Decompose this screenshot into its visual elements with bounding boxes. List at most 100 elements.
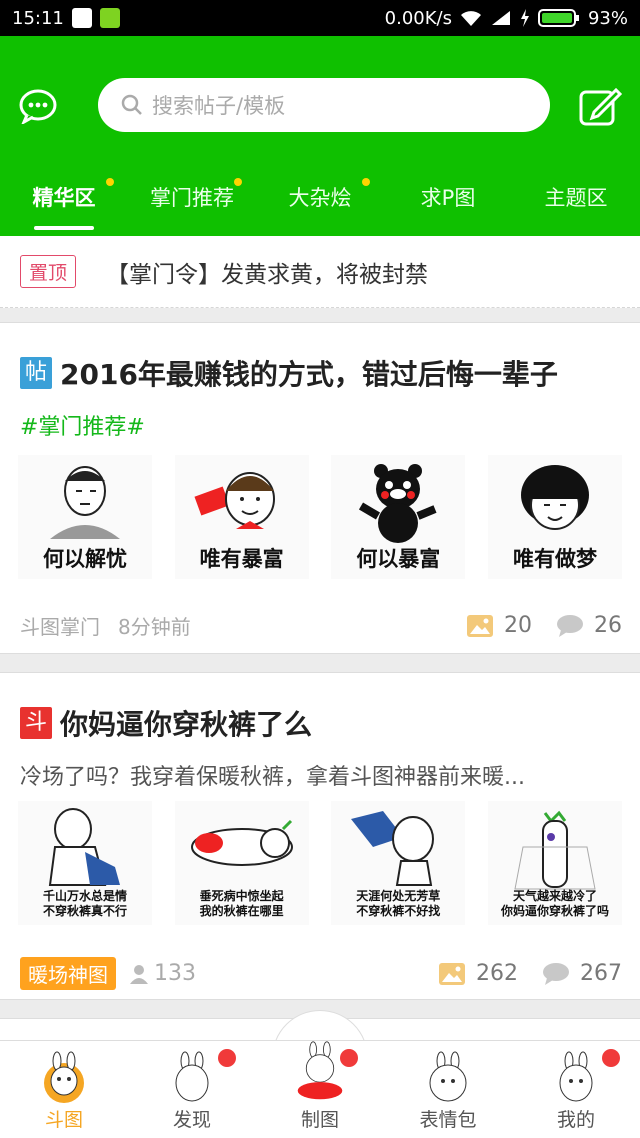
tab-featured[interactable]: 精华区 <box>0 174 128 236</box>
new-dot <box>106 178 114 186</box>
nav-create[interactable]: 制图 <box>256 1041 384 1138</box>
post-image[interactable]: 天涯何处无芳草 不穿秋裤不好找 <box>331 801 466 925</box>
nav-label: 表情包 <box>419 1109 477 1131</box>
pinned-post[interactable]: 置顶 【掌门令】发黄求黄，将被封禁 <box>0 236 640 308</box>
post-meta: 斗图掌门 8分钟前 20 26 <box>20 611 622 640</box>
nav-doutu[interactable]: 斗图 <box>0 1041 128 1138</box>
tab-label: 精华区 <box>32 186 96 210</box>
post-image[interactable]: 唯有做梦 <box>487 455 622 579</box>
rabbit-icon <box>44 1051 84 1103</box>
comment-count: 26 <box>594 613 622 638</box>
post-image[interactable]: 千山万水总是情 不穿秋裤真不行 <box>18 801 152 925</box>
charging-icon <box>520 9 529 27</box>
post-author[interactable]: 斗图掌门 <box>20 611 100 640</box>
post-card[interactable]: 斗 你妈逼你穿秋裤了么 冷场了吗？我穿着保暖秋裤，拿着斗图神器前来暖... 千山… <box>0 672 640 1000</box>
tab-label: 掌门推荐 <box>150 186 234 210</box>
bear-icon <box>359 464 437 543</box>
bottom-nav: 斗图 发现 制图 表情包 我的 <box>0 1040 640 1138</box>
meme-face <box>514 810 596 890</box>
post-time: 8分钟前 <box>118 615 191 639</box>
category-tabs: 精华区 掌门推荐 大杂烩 求P图 主题区 <box>0 174 640 236</box>
battery-icon <box>537 9 579 27</box>
compose-icon[interactable] <box>578 86 622 126</box>
post-image[interactable]: 垂死病中惊坐起 我的秋裤在哪里 <box>174 801 309 925</box>
notification-dot <box>218 1049 236 1067</box>
post-image[interactable]: 何以暴富 <box>331 455 466 579</box>
rabbit-icon <box>559 1051 593 1102</box>
new-dot <box>234 178 242 186</box>
tab-recommended[interactable]: 掌门推荐 <box>128 174 256 236</box>
active-tab-indicator <box>34 226 94 230</box>
image-count: 20 <box>504 613 532 638</box>
meme-caption: 唯有暴富 <box>199 547 284 571</box>
post-images: 千山万水总是情 不穿秋裤真不行 垂死病中惊坐起 我的秋裤在哪里 天涯何处无芳草 … <box>18 801 622 925</box>
comment-icon <box>557 614 583 637</box>
meme-caption: 千山万水总是情 不穿秋裤真不行 <box>42 889 127 918</box>
network-speed: 0.00K/s <box>384 7 452 29</box>
rabbit-icon <box>429 1051 467 1102</box>
image-count-icon <box>439 962 465 985</box>
post-title: 斗 你妈逼你穿秋裤了么 <box>20 703 312 743</box>
rabbit-icon <box>175 1051 209 1102</box>
post-image[interactable]: 何以解忧 <box>18 455 152 579</box>
nav-label: 发现 <box>172 1109 211 1131</box>
search-input[interactable]: 搜索帖子/模板 <box>98 78 550 132</box>
battery-app-icon <box>99 8 120 28</box>
post-title-text: 你妈逼你穿秋裤了么 <box>60 708 313 741</box>
meme-face <box>351 811 435 886</box>
comment-count: 267 <box>580 961 622 986</box>
app-header: 搜索帖子/模板 精华区 掌门推荐 大杂烩 求P图 主题区 <box>0 36 640 236</box>
post-tag-icon: 帖 <box>20 357 52 389</box>
chat-icon[interactable] <box>18 88 58 124</box>
tab-topics[interactable]: 主题区 <box>512 174 640 236</box>
notification-dot <box>602 1049 620 1067</box>
image-count-icon <box>467 614 493 637</box>
post-excerpt: 冷场了吗？我穿着保暖秋裤，拿着斗图神器前来暖... <box>20 765 525 790</box>
post-card[interactable]: 帖 2016年最赚钱的方式，错过后悔一辈子 #掌门推荐# 何以解忧 唯有暴富 何… <box>0 322 640 654</box>
meme-caption: 何以暴富 <box>356 547 441 571</box>
post-title-text: 2016年最赚钱的方式，错过后悔一辈子 <box>60 358 558 391</box>
image-count: 262 <box>476 961 518 986</box>
battery-percent: 93% <box>587 7 628 29</box>
post-topic[interactable]: #掌门推荐# <box>20 409 145 441</box>
meme-caption: 何以解忧 <box>43 547 127 571</box>
user-icon <box>130 964 148 984</box>
post-image[interactable]: 唯有暴富 <box>174 455 309 579</box>
meme-face <box>190 819 293 866</box>
tab-request-ps[interactable]: 求P图 <box>384 174 512 236</box>
meme-caption: 唯有做梦 <box>512 547 597 571</box>
tab-label: 主题区 <box>544 186 608 210</box>
new-dot <box>362 178 370 186</box>
wifi-icon <box>460 11 481 26</box>
nav-profile[interactable]: 我的 <box>512 1041 640 1138</box>
meme-face <box>50 466 120 539</box>
tab-label: 大杂烩 <box>288 186 352 210</box>
nav-label: 制图 <box>300 1109 339 1131</box>
search-icon <box>121 94 142 115</box>
post-tag-icon: 斗 <box>20 707 52 739</box>
qq-icon <box>71 8 92 28</box>
signal-icon <box>491 11 510 25</box>
tab-label: 求P图 <box>420 186 476 210</box>
nav-label: 我的 <box>556 1109 595 1131</box>
nav-stickers[interactable]: 表情包 <box>384 1041 512 1138</box>
meme-face <box>194 472 275 529</box>
meme-caption: 天涯何处无芳草 不穿秋裤不好找 <box>356 889 441 918</box>
view-count: 133 <box>154 961 196 986</box>
post-image[interactable]: 天气越来越冷了 你妈逼你穿秋裤了吗 <box>487 801 622 925</box>
nav-label: 斗图 <box>44 1109 83 1131</box>
post-badge[interactable]: 暖场神图 <box>20 957 116 990</box>
meme-face <box>48 808 120 886</box>
comment-icon <box>543 962 569 985</box>
pinned-badge: 置顶 <box>20 255 77 288</box>
post-meta: 暖场神图 133 262 267 <box>20 957 622 990</box>
tab-misc[interactable]: 大杂烩 <box>256 174 384 236</box>
notification-dot <box>340 1049 358 1067</box>
pinned-title: 【掌门令】发黄求黄，将被封禁 <box>106 261 429 288</box>
status-time: 15:11 <box>12 7 64 29</box>
post-images: 何以解忧 唯有暴富 何以暴富 唯有做梦 <box>18 455 622 579</box>
search-placeholder: 搜索帖子/模板 <box>152 94 286 118</box>
meme-caption: 垂死病中惊坐起 我的秋裤在哪里 <box>199 889 284 918</box>
post-title: 帖 2016年最赚钱的方式，错过后悔一辈子 <box>20 353 558 393</box>
nav-discover[interactable]: 发现 <box>128 1041 256 1138</box>
